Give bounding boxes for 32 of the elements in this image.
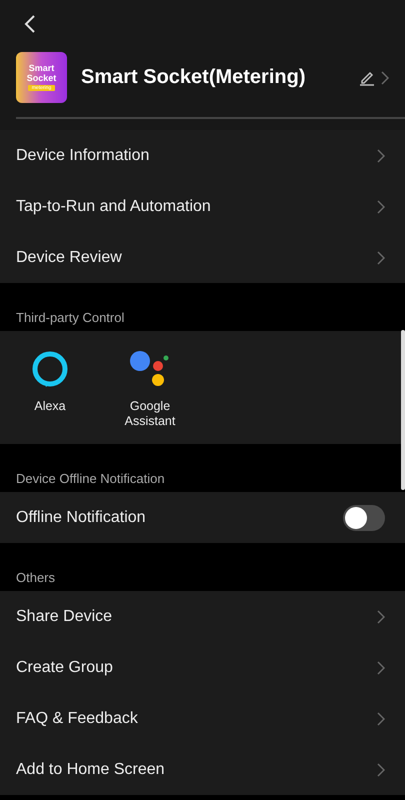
dots-icon	[129, 351, 171, 389]
edit-button[interactable]	[359, 70, 389, 86]
chevron-icon	[377, 250, 385, 264]
item-label: Add to Home Screen	[16, 760, 165, 778]
chevron-icon	[377, 712, 385, 726]
chevron-icon	[377, 200, 385, 214]
chevron-icon	[377, 660, 385, 674]
device-title: Smart Socket(Metering)	[81, 66, 306, 89]
chevron-icon	[381, 70, 389, 84]
item-label: Tap-to-Run and Automation	[16, 198, 211, 216]
item-label: Create Group	[16, 658, 113, 676]
menu-item[interactable]: FAQ & Feedback	[0, 693, 405, 744]
menu-item[interactable]: Device Information	[0, 130, 405, 181]
ring-icon	[32, 351, 68, 389]
item-label: Device Review	[16, 248, 122, 266]
integration-button[interactable]: Google Assistant	[100, 351, 200, 436]
back-icon	[24, 14, 36, 34]
chevron-icon	[377, 610, 385, 624]
integration-button[interactable]: Alexa	[0, 351, 100, 436]
pencil-icon	[359, 70, 375, 86]
menu-item[interactable]: Create Group	[0, 642, 405, 693]
item-label: Share Device	[16, 608, 112, 626]
item-label: Device Information	[16, 146, 150, 164]
menu-item[interactable]: Tap-to-Run and Automation	[0, 181, 405, 232]
menu-item[interactable]: Share Device	[0, 591, 405, 642]
menu-item[interactable]: Add to Home Screen	[0, 744, 405, 795]
chevron-icon	[377, 762, 385, 776]
menu-item[interactable]: Device Review	[0, 232, 405, 283]
item-label: Offline Notification	[16, 508, 146, 526]
toggle-switch[interactable]	[343, 504, 385, 530]
chevron-icon	[377, 148, 385, 162]
item-label: FAQ & Feedback	[16, 710, 138, 728]
